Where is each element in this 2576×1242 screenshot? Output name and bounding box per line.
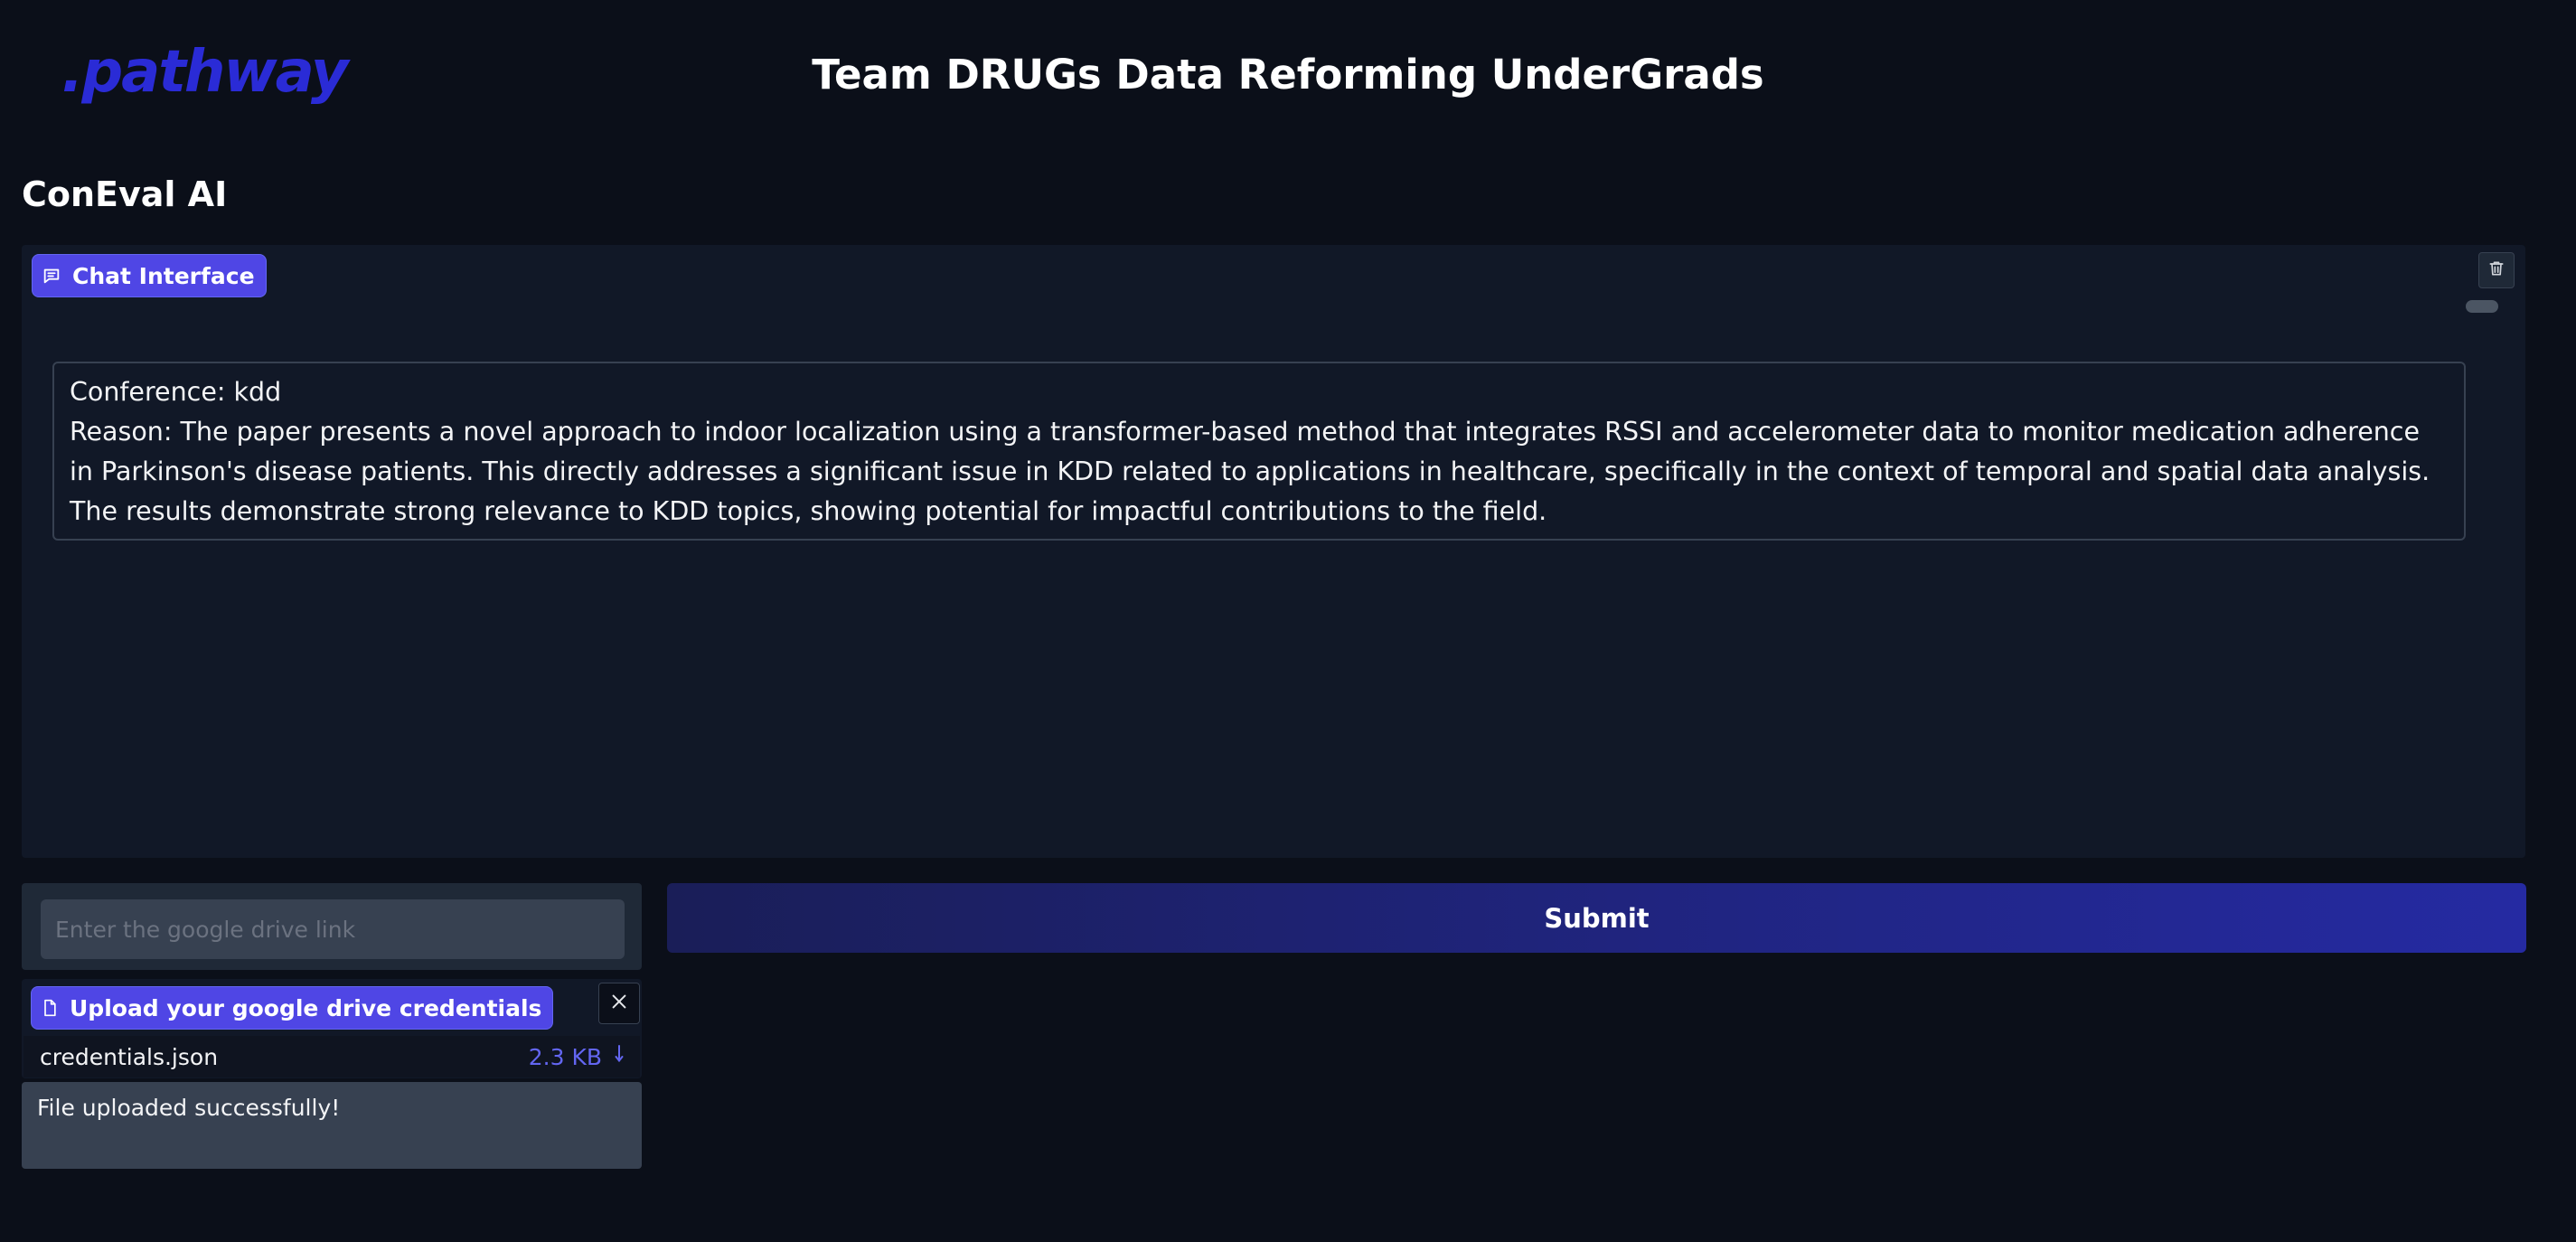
remove-file-button[interactable]	[598, 983, 640, 1024]
page-title: Team DRUGs Data Reforming UnderGrads	[812, 51, 1764, 99]
scroll-indicator	[2466, 300, 2498, 313]
upload-credentials-label: Upload your google drive credentials	[31, 986, 554, 1030]
chat-message: Conference: kdd Reason: The paper presen…	[52, 362, 2466, 541]
uploaded-file-row: credentials.json 2.3 KB	[24, 1036, 640, 1077]
file-size: 2.3 KB	[528, 1043, 602, 1070]
download-icon[interactable]	[615, 1043, 624, 1070]
clear-chat-button[interactable]	[2478, 252, 2515, 288]
message-line: Reason: The paper presents a novel appro…	[70, 417, 2430, 526]
chat-interface-label: Chat Interface	[32, 254, 267, 297]
chat-interface-label-text: Chat Interface	[72, 262, 255, 289]
file-icon	[41, 998, 59, 1018]
drive-link-panel	[22, 883, 642, 970]
app-title: ConEval AI	[22, 174, 228, 214]
drive-link-input[interactable]	[41, 899, 625, 959]
chat-bubble-icon	[42, 266, 61, 286]
upload-credentials-label-text: Upload your google drive credentials	[70, 994, 542, 1021]
trash-icon	[2487, 259, 2505, 281]
submit-button[interactable]: Submit	[667, 883, 2526, 953]
file-name: credentials.json	[40, 1043, 219, 1070]
chat-panel: Chat Interface Conference: kdd Reason: T…	[22, 245, 2525, 858]
close-icon	[609, 992, 629, 1015]
file-size-link[interactable]: 2.3 KB	[529, 1043, 624, 1070]
status-message: File uploaded successfully!	[22, 1082, 642, 1169]
credentials-upload-panel: Upload your google drive credentials cre…	[22, 979, 642, 1078]
message-line: Conference: kdd	[70, 377, 282, 407]
